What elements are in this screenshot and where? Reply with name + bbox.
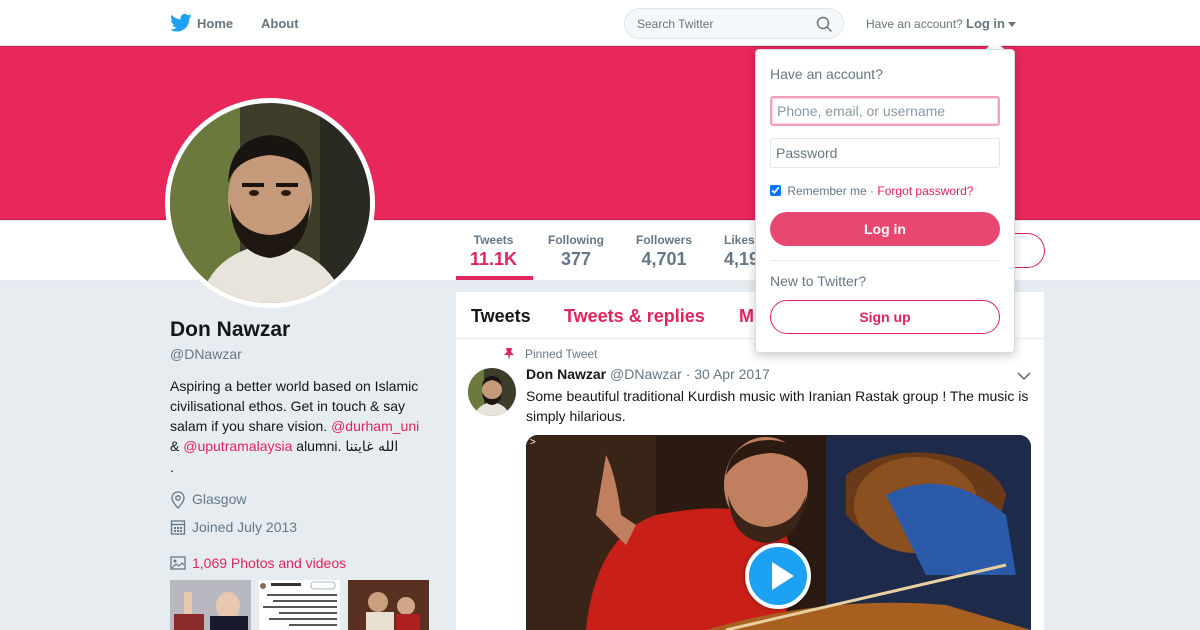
remember-me-checkbox[interactable] (770, 185, 781, 196)
thumbnail-image (259, 580, 340, 630)
location-pin-icon (171, 491, 185, 509)
photo-thumbnail[interactable] (348, 580, 429, 630)
photo-thumbnail[interactable] (170, 580, 251, 630)
calendar-icon (170, 520, 186, 535)
search-icon[interactable] (816, 16, 833, 33)
stat-following[interactable]: Following 377 (548, 233, 604, 270)
stat-value: 4,19 (724, 249, 760, 269)
stat-label: Likes (724, 233, 755, 247)
thumbnail-image (170, 580, 251, 630)
stat-tweets[interactable]: Tweets 11.1K (470, 233, 517, 270)
stat-label: Tweets (473, 233, 514, 247)
tweet-video[interactable]: > (526, 435, 1031, 630)
search-input[interactable] (637, 17, 807, 31)
remember-me-label[interactable]: Remember me (787, 184, 866, 198)
profile-bio: Aspiring a better world based on Islamic… (170, 376, 432, 477)
remember-me-row: Remember me · Forgot password? (770, 184, 973, 198)
tab-tweets-replies[interactable]: Tweets & replies (564, 306, 705, 327)
tweet-author-handle[interactable]: @DNawzar (610, 366, 682, 382)
tweet-author-name[interactable]: Don Nawzar (526, 366, 606, 382)
tweet-avatar[interactable] (468, 368, 516, 416)
photos-videos-link[interactable]: 1,069 Photos and videos (192, 555, 346, 571)
stat-label: Followers (636, 233, 693, 247)
play-button[interactable] (745, 543, 811, 609)
stat-value: 377 (560, 249, 592, 269)
thumbnail-image (348, 580, 429, 630)
play-icon (772, 562, 794, 590)
login-dropdown-toggle[interactable]: Log in (966, 16, 1005, 31)
login-dropdown: Have an account? Remember me · Forgot pa… (755, 49, 1015, 353)
bio-trailing: . (170, 459, 174, 475)
profile-handle[interactable]: @DNawzar (170, 346, 242, 362)
nav-home-link[interactable]: Home (197, 16, 233, 31)
pin-icon (504, 348, 514, 360)
dropdown-divider (770, 260, 1000, 261)
username-field[interactable] (770, 96, 1000, 126)
top-navigation-bar: Home About Have an account? Log in (0, 0, 1200, 46)
signup-button[interactable]: Sign up (770, 300, 1000, 334)
search-box (624, 8, 844, 39)
bio-ampersand: & (170, 438, 180, 454)
tweet-header: Don Nawzar @DNawzar · 30 Apr 2017 (526, 366, 770, 382)
twitter-bird-icon[interactable] (170, 13, 192, 33)
tab-media[interactable]: M (739, 306, 754, 327)
login-dropdown-title: Have an account? (770, 66, 883, 82)
photo-icon (170, 556, 186, 570)
password-field[interactable] (770, 138, 1000, 168)
bio-mention-uputra[interactable]: @uputramalaysia (183, 438, 292, 454)
nav-about-link[interactable]: About (261, 16, 299, 31)
new-to-twitter-text: New to Twitter? (770, 273, 867, 289)
pinned-tweet-label: Pinned Tweet (525, 347, 598, 361)
tab-tweets[interactable]: Tweets (471, 306, 531, 327)
stat-likes[interactable]: Likes 4,19 (724, 233, 759, 270)
bio-arabic-text: الله غايتنا (345, 439, 399, 455)
chevron-down-icon[interactable] (1017, 371, 1031, 381)
active-tab-indicator (456, 276, 533, 280)
bio-mention-durham[interactable]: @durham_uni (331, 418, 419, 434)
tweet-avatar-photo (468, 368, 516, 416)
profile-name[interactable]: Don Nawzar (170, 318, 290, 342)
tweet-date[interactable]: 30 Apr 2017 (694, 366, 770, 382)
photo-thumbnail[interactable] (259, 580, 340, 630)
remember-separator: · (870, 184, 875, 198)
login-button[interactable]: Log in (770, 212, 1000, 246)
chevron-down-icon[interactable] (1008, 22, 1016, 27)
tweet-separator: · (685, 366, 691, 382)
have-account-text: Have an account? (866, 17, 963, 31)
profile-avatar[interactable] (165, 98, 375, 308)
stat-value: 11.1K (470, 249, 518, 269)
location-text: Glasgow (192, 491, 247, 507)
stat-label: Following (548, 233, 604, 247)
stat-followers[interactable]: Followers 4,701 (636, 233, 692, 270)
tweet-text: Some beautiful traditional Kurdish music… (526, 388, 1029, 424)
video-marker: > (530, 437, 536, 448)
avatar-photo (170, 103, 370, 303)
joined-text: Joined July 2013 (192, 519, 298, 535)
forgot-password-link[interactable]: Forgot password? (877, 184, 973, 198)
bio-alumni: alumni. (296, 438, 342, 454)
stat-value: 4,701 (641, 249, 687, 269)
